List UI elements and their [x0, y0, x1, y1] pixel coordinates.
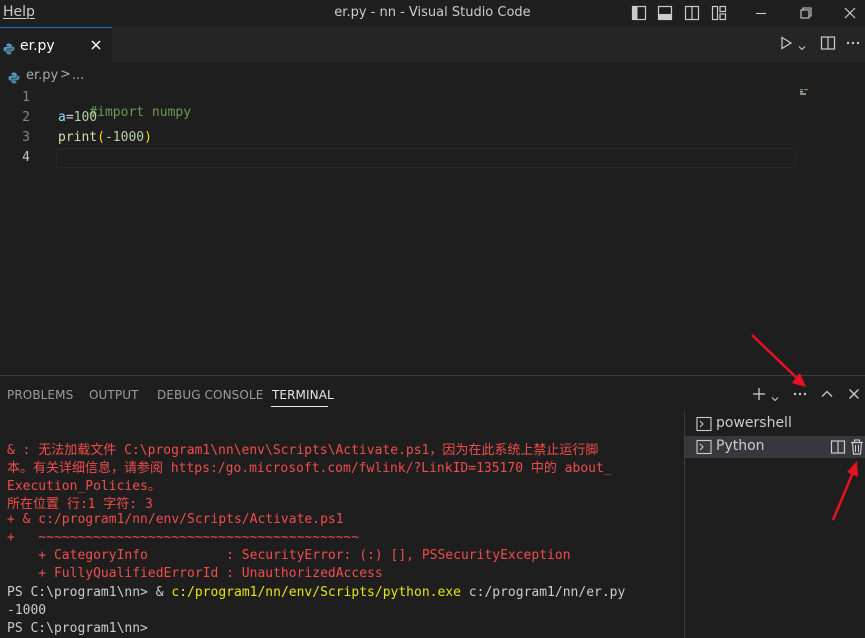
terminal-tab-powershell[interactable]: powershell: [685, 413, 865, 435]
function-token: print: [58, 130, 98, 145]
menu-help[interactable]: Help: [3, 4, 35, 20]
code-line: a=100: [58, 110, 97, 125]
terminal-error-line: + FullyQualifiedErrorId : UnauthorizedAc…: [7, 566, 383, 581]
close-tab-icon[interactable]: [88, 37, 104, 53]
terminal-tab-label: powershell: [716, 415, 792, 431]
terminal-tab-label: Python: [716, 438, 765, 454]
terminal-error-line: Execution_Policies。: [7, 479, 161, 494]
toggle-primary-sidebar-icon[interactable]: [630, 4, 648, 22]
line-number: 4: [22, 150, 30, 165]
active-tab-indicator: [271, 406, 328, 407]
terminal-tab-python[interactable]: Python: [685, 436, 865, 458]
close-panel-icon[interactable]: [846, 386, 862, 406]
terminal-tabs-list: powershell Python: [684, 411, 865, 638]
title-bar: Help er.py - nn - Visual Studio Code: [0, 0, 865, 27]
comment-token: #import numpy: [89, 105, 192, 120]
panel-more-actions-icon[interactable]: [792, 386, 808, 406]
tab-er-py[interactable]: er.py: [0, 27, 112, 63]
terminal-icon: [696, 416, 712, 436]
terminal-error-line: 所在位置 行:1 字符: 3: [7, 497, 153, 512]
minimize-icon[interactable]: [752, 4, 770, 22]
number-token: 100: [73, 110, 98, 125]
toggle-secondary-sidebar-icon[interactable]: [683, 4, 701, 22]
maximize-panel-chevron-up-icon[interactable]: [819, 386, 835, 406]
line-number: 1: [22, 90, 30, 105]
code-editor[interactable]: 1 2 3 4 #import numpy a=100 print(-1000): [0, 87, 865, 375]
terminal-error-line: & : 无法加载文件 C:\program1\nn\env\Scripts\Ac…: [7, 443, 599, 458]
tab-problems[interactable]: PROBLEMS: [7, 388, 73, 402]
terminal-error-line: + CategoryInfo : SecurityError: (:) [], …: [7, 548, 571, 563]
current-line-highlight: [56, 148, 796, 168]
paren-token: ): [144, 130, 152, 145]
paren-token: (: [97, 130, 105, 145]
tab-debug-console[interactable]: DEBUG CONSOLE: [157, 388, 263, 402]
launch-profile-chevron-down-icon[interactable]: [770, 389, 780, 408]
more-actions-icon[interactable]: [845, 35, 861, 55]
line-number: 3: [22, 130, 30, 145]
customize-layout-icon[interactable]: [710, 4, 728, 22]
run-options-chevron-down-icon[interactable]: [797, 38, 807, 57]
bottom-panel: PROBLEMS OUTPUT DEBUG CONSOLE TERMINAL &…: [0, 375, 865, 638]
python-file-icon: [8, 69, 20, 88]
terminal-prompt: PS C:\program1\nn> &: [7, 585, 172, 600]
terminal-script-arg: c:/program1/nn/er.py: [460, 585, 626, 600]
terminal-error-line: + & c:/program1/nn/env/Scripts/Activate.…: [7, 512, 344, 527]
terminal-error-line: + ~~~~~~~~~~~~~~~~~~~~~~~~~~~~~~~~~~~~~~…: [7, 530, 360, 545]
terminal-prompt: PS C:\program1\nn>: [7, 621, 148, 636]
breadcrumb-separator: >: [60, 67, 71, 82]
new-terminal-plus-icon[interactable]: [751, 386, 767, 406]
breadcrumb-symbols[interactable]: ...: [72, 68, 84, 83]
close-icon[interactable]: [841, 4, 859, 22]
tab-output[interactable]: OUTPUT: [89, 388, 139, 402]
operator-token: =: [65, 110, 74, 125]
tab-terminal[interactable]: TERMINAL: [272, 388, 334, 402]
variable-token: a: [58, 110, 66, 125]
terminal-icon: [696, 439, 712, 459]
terminal-command-line: PS C:\program1\nn> & c:/program1/nn/env/…: [7, 585, 625, 600]
editor-tab-bar: er.py: [0, 27, 865, 63]
breadcrumb-file[interactable]: er.py: [26, 68, 58, 83]
kill-terminal-trash-icon[interactable]: [850, 439, 864, 459]
split-terminal-icon[interactable]: [830, 439, 846, 459]
window-title: er.py - nn - Visual Studio Code: [334, 5, 531, 20]
toggle-panel-icon[interactable]: [656, 4, 674, 22]
number-token: -1000: [104, 130, 145, 145]
restore-icon[interactable]: [797, 4, 815, 22]
python-file-icon: [3, 40, 15, 59]
split-editor-icon[interactable]: [820, 35, 836, 55]
breadcrumb: er.py > ...: [0, 63, 865, 87]
tab-label: er.py: [20, 38, 55, 54]
terminal-error-line: 本。有关详细信息，请参阅 https:/go.microsoft.com/fwl…: [7, 461, 612, 476]
terminal-program-output: -1000: [7, 603, 47, 618]
line-number: 2: [22, 110, 30, 125]
terminal-output[interactable]: & : 无法加载文件 C:\program1\nn\env\Scripts\Ac…: [0, 411, 680, 638]
code-line: print(-1000): [58, 130, 152, 145]
terminal-python-exe: c:/program1/nn/env/Scripts/python.exe: [171, 585, 461, 600]
run-python-file-icon[interactable]: [778, 35, 794, 55]
